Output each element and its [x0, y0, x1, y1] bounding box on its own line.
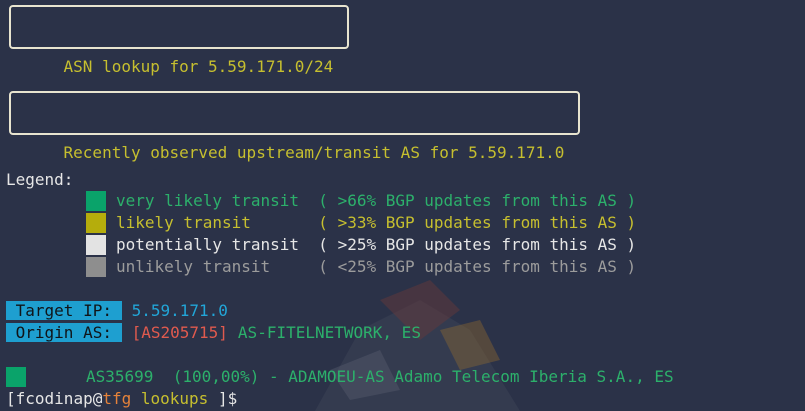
- target-ip-value: 5.59.171.0: [131, 301, 228, 320]
- prompt-at: @: [92, 389, 103, 408]
- legend-item-desc: ( >25% BGP updates from this AS ): [318, 235, 637, 254]
- legend-item-name: likely transit: [116, 213, 319, 232]
- legend-item-potentially: potentially transit ( >25% BGP updates f…: [116, 234, 636, 256]
- target-ip-row: Target IP: 5.59.171.0: [6, 300, 228, 322]
- legend-swatch-likely: [86, 213, 106, 233]
- asn-lookup-title-box: ASN lookup for 5.59.171.0/24: [9, 5, 350, 76]
- upstream-as-row: AS35699 (100,00%) - ADAMOEU-AS Adamo Tel…: [86, 367, 674, 386]
- legend-item-name: unlikely transit: [116, 257, 319, 276]
- prompt-dir: lookups: [131, 389, 218, 408]
- upstream-title: Recently observed upstream/transit AS fo…: [63, 143, 565, 162]
- origin-as-name: AS-FITELNETWORK, ES: [237, 323, 421, 342]
- prompt-open-bracket: [: [6, 389, 16, 408]
- upstream-title-box: Recently observed upstream/transit AS fo…: [9, 91, 581, 162]
- legend-item-desc: ( >33% BGP updates from this AS ): [318, 213, 637, 232]
- legend-swatch-very-likely: [86, 191, 106, 211]
- legend-item-name: potentially transit: [116, 235, 319, 254]
- legend-item-likely: likely transit ( >33% BGP updates from t…: [116, 212, 636, 234]
- legend-item-desc: ( >66% BGP updates from this AS ): [318, 191, 637, 210]
- legend-item-unlikely: unlikely transit ( <25% BGP updates from…: [116, 256, 636, 278]
- prompt-close: ]$: [217, 389, 238, 408]
- legend-swatch-potentially: [86, 235, 106, 255]
- legend-title: Legend:: [6, 170, 74, 189]
- legend-item-name: very likely transit: [116, 191, 319, 210]
- origin-asn: [AS205715]: [131, 323, 228, 342]
- shell-prompt[interactable]: [fcodinap@tfg lookups ]$: [6, 388, 237, 410]
- legend-item-desc: ( <25% BGP updates from this AS ): [318, 257, 637, 276]
- prompt-user: fcodinap: [15, 389, 93, 408]
- asn-lookup-title: ASN lookup for 5.59.171.0/24: [63, 57, 334, 76]
- origin-as-row: Origin AS: [AS205715] AS-FITELNETWORK, ES: [6, 322, 421, 344]
- terminal-window[interactable]: ASN lookup for 5.59.171.0/24 Recently ob…: [0, 0, 805, 411]
- upstream-swatch-very-likely: [6, 367, 26, 387]
- legend-swatch-unlikely: [86, 257, 106, 277]
- prompt-host: tfg: [102, 389, 132, 408]
- target-ip-label: Target IP:: [6, 301, 122, 320]
- legend-item-very-likely: very likely transit ( >66% BGP updates f…: [116, 190, 636, 212]
- origin-as-label: Origin AS:: [6, 323, 122, 342]
